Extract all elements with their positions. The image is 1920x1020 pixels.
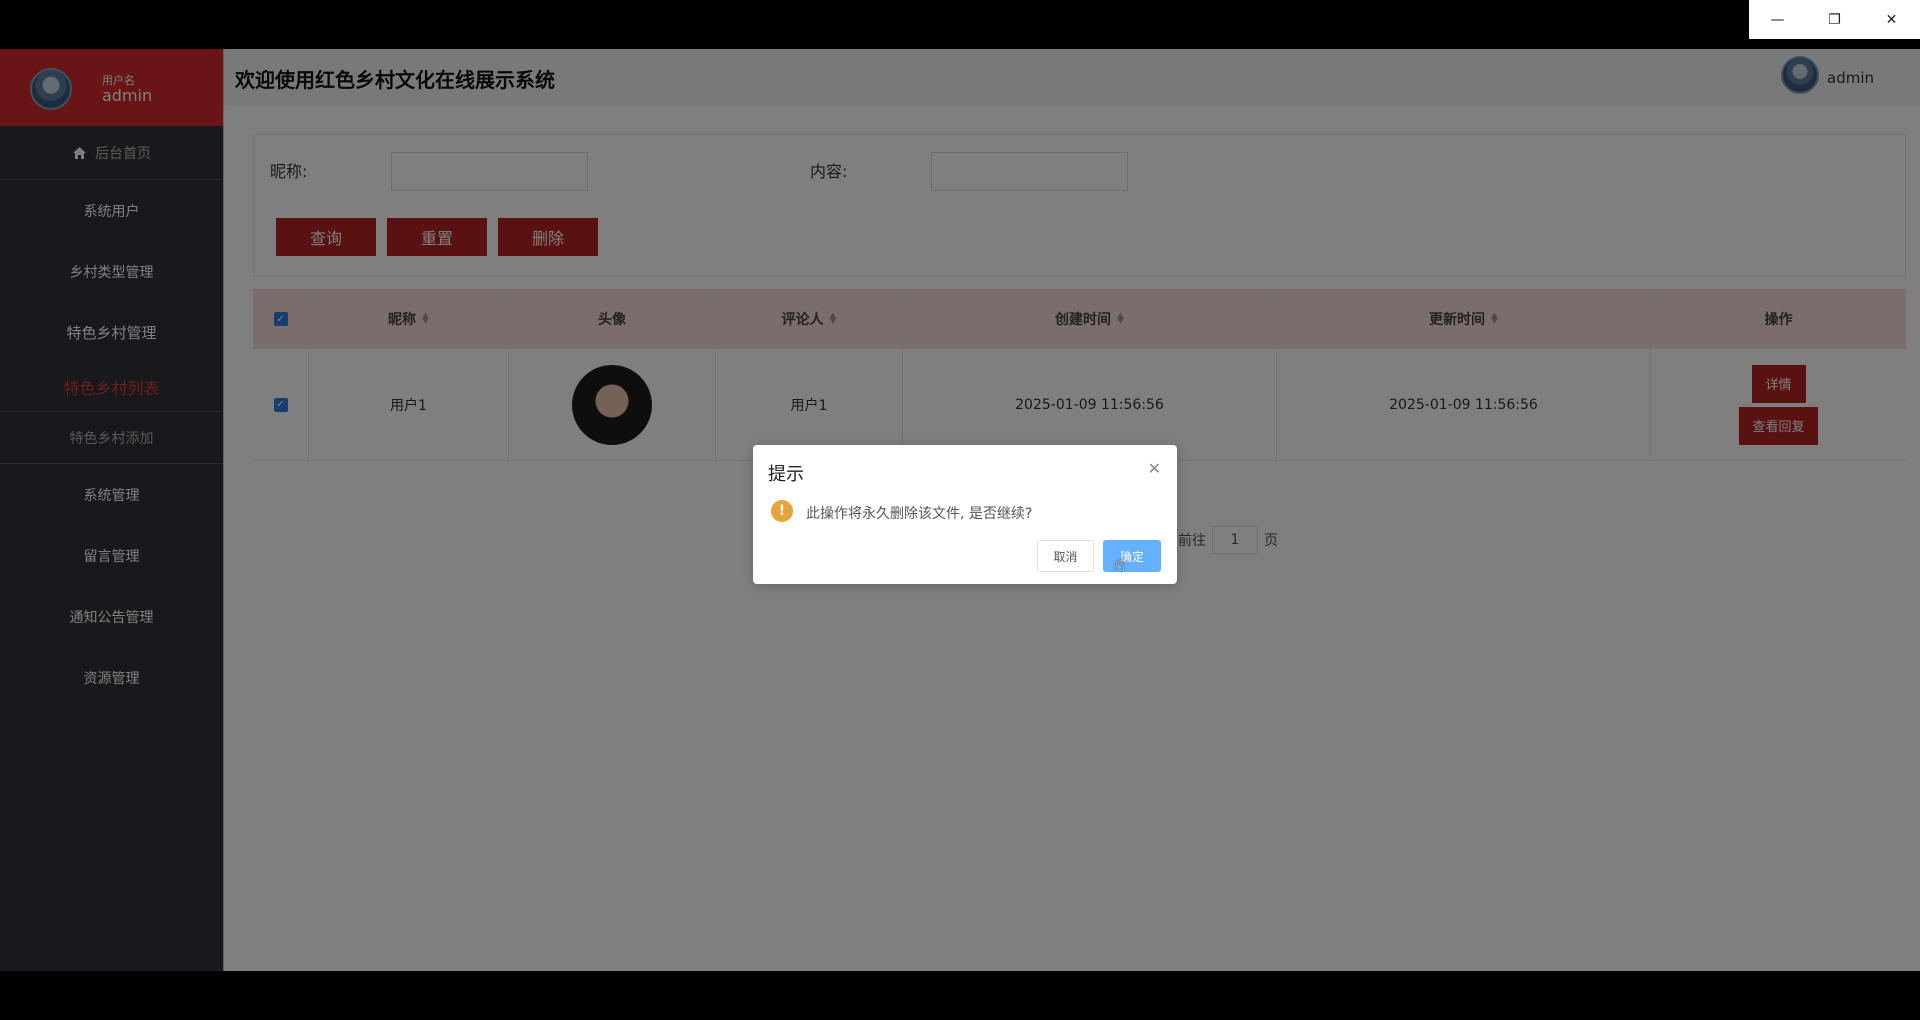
dialog-close-icon[interactable]: ✕ xyxy=(1148,459,1161,478)
close-icon: ✕ xyxy=(1885,11,1898,28)
dialog-title: 提示 xyxy=(768,464,804,485)
minimize-button[interactable]: — xyxy=(1749,0,1806,39)
warning-icon: ! xyxy=(771,500,793,522)
dialog-message: 此操作将永久删除该文件, 是否继续? xyxy=(806,506,1033,522)
hand-cursor-icon: ☝ xyxy=(1113,552,1126,576)
window-controls: — ❐ ✕ xyxy=(1749,0,1920,39)
close-window-button[interactable]: ✕ xyxy=(1863,0,1920,39)
bottom-bar xyxy=(0,971,1920,1020)
confirm-button[interactable]: 确定 xyxy=(1103,540,1161,572)
window-titlebar: — ❐ ✕ xyxy=(0,0,1920,49)
restore-button[interactable]: ❐ xyxy=(1806,0,1863,39)
cancel-button[interactable]: 取消 xyxy=(1037,540,1094,572)
restore-icon: ❐ xyxy=(1828,11,1841,28)
minimize-icon: — xyxy=(1770,11,1785,28)
